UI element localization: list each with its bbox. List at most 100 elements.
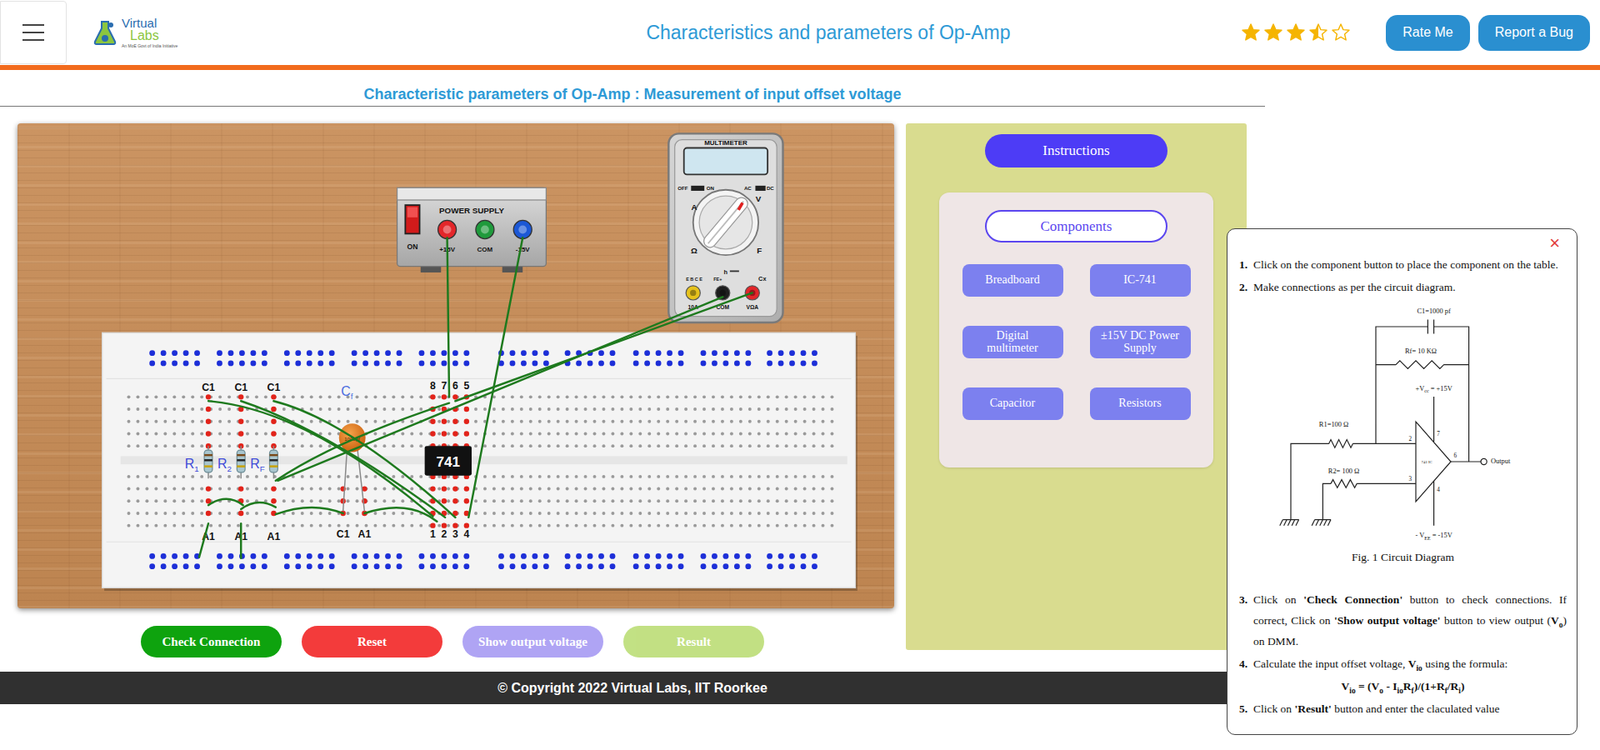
supply-body xyxy=(397,187,547,266)
rail-hole xyxy=(800,360,807,367)
switch-label: ON xyxy=(407,242,419,251)
power-toggle[interactable] xyxy=(690,185,705,191)
hole xyxy=(665,499,670,503)
rail-hole xyxy=(811,350,818,356)
wire[interactable] xyxy=(364,507,437,521)
menu-button[interactable] xyxy=(0,0,67,65)
rail-hole xyxy=(520,563,527,570)
wire[interactable] xyxy=(275,403,450,481)
hole xyxy=(419,431,423,435)
hole xyxy=(190,431,195,435)
wire[interactable] xyxy=(240,523,242,559)
wire[interactable] xyxy=(199,523,209,557)
step-number: 1. xyxy=(1239,254,1250,275)
power-supply[interactable]: POWER SUPPLYON+15VCOM-15V xyxy=(397,187,547,273)
rail-hole xyxy=(149,360,155,367)
resistor[interactable]: RF xyxy=(250,445,278,479)
hole xyxy=(575,524,579,528)
instructions-button[interactable]: Instructions xyxy=(985,134,1168,168)
component-button[interactable]: Digital multimeter xyxy=(962,325,1064,359)
hole xyxy=(785,487,789,491)
resistor[interactable]: R2 xyxy=(217,445,245,479)
hole xyxy=(775,407,780,411)
hole xyxy=(200,395,204,399)
star-rating[interactable] xyxy=(1240,22,1351,43)
rail-hole xyxy=(722,350,729,356)
meter-terminal[interactable]: VΩA xyxy=(745,285,760,310)
component-button[interactable]: Breadboard xyxy=(962,264,1064,297)
wire[interactable] xyxy=(208,499,244,505)
hole xyxy=(282,499,286,503)
rail-hole xyxy=(284,350,290,356)
control-button[interactable]: Result xyxy=(623,625,765,658)
wire[interactable] xyxy=(275,507,344,515)
rail-hole xyxy=(171,553,178,560)
hole xyxy=(748,499,752,503)
close-button[interactable]: × xyxy=(1547,234,1562,253)
hole xyxy=(391,487,395,491)
logo[interactable]: VirtualLabsAn MoE Govt of India Initiati… xyxy=(91,16,178,49)
hole xyxy=(693,524,697,528)
rail-hole xyxy=(216,350,223,356)
rail-hole xyxy=(734,350,740,356)
hole xyxy=(565,395,570,399)
control-button[interactable]: Show output voltage xyxy=(462,625,604,658)
hole xyxy=(556,444,560,448)
component-button[interactable]: IC-741 xyxy=(1090,264,1191,297)
wire[interactable] xyxy=(447,237,450,397)
component-button[interactable]: Resistors xyxy=(1090,387,1191,420)
ic-741[interactable]: 741 xyxy=(425,445,472,476)
hole xyxy=(127,475,131,479)
hole xyxy=(711,431,715,435)
hole xyxy=(821,524,825,528)
wire[interactable] xyxy=(468,237,523,518)
star-icon[interactable] xyxy=(1330,22,1351,43)
hole xyxy=(684,395,688,399)
star-icon[interactable] xyxy=(1240,22,1261,43)
hole xyxy=(739,475,743,479)
wire[interactable] xyxy=(277,296,723,480)
hole xyxy=(766,511,770,515)
power-switch[interactable] xyxy=(405,205,420,234)
rail-hole xyxy=(655,563,662,570)
footer: © Copyright 2022 Virtual Labs, IIT Roork… xyxy=(0,671,1265,705)
component-button[interactable]: Capacitor xyxy=(962,387,1064,420)
wires[interactable] xyxy=(199,237,753,559)
resistor[interactable]: R1 xyxy=(185,445,213,479)
multimeter[interactable]: MULTIMETEROFFONACDCAVΩFhE B C EFE+Cx10AC… xyxy=(668,133,783,323)
hole xyxy=(255,511,259,515)
rail-hole xyxy=(811,563,818,570)
hole xyxy=(775,431,780,435)
supply-terminal[interactable]: COM xyxy=(475,220,495,254)
rail-hole xyxy=(329,553,335,560)
star-icon[interactable] xyxy=(1285,22,1306,43)
subscript: io xyxy=(1397,686,1404,695)
hole xyxy=(400,511,405,515)
hole xyxy=(702,487,706,491)
wire[interactable] xyxy=(273,400,455,518)
mode-toggle[interactable] xyxy=(755,185,765,191)
hole xyxy=(492,420,496,424)
range-dial[interactable] xyxy=(693,190,759,255)
hole xyxy=(190,499,195,503)
star-icon[interactable] xyxy=(1308,22,1329,43)
control-button[interactable]: Reset xyxy=(301,625,443,658)
hole xyxy=(556,487,560,491)
bench-scene: POWER SUPPLYON+15VCOM-15V MULTIMETEROFFON… xyxy=(17,123,895,609)
header-button[interactable]: Report a Bug xyxy=(1478,15,1590,51)
header-button[interactable]: Rate Me xyxy=(1385,15,1470,51)
hole xyxy=(830,407,835,411)
hole xyxy=(766,475,770,479)
hole xyxy=(556,407,560,411)
wire[interactable] xyxy=(240,502,276,510)
control-button[interactable]: Check Connection xyxy=(140,625,282,658)
capacitor[interactable]: 1000pfCf xyxy=(339,384,366,511)
hole xyxy=(510,431,515,435)
hole xyxy=(520,487,524,491)
hole xyxy=(739,431,743,435)
component-button[interactable]: ±15V DC Power Supply xyxy=(1090,325,1191,359)
wire[interactable] xyxy=(240,400,445,518)
hole xyxy=(400,395,405,399)
hole xyxy=(766,499,770,503)
star-icon[interactable] xyxy=(1263,22,1284,43)
